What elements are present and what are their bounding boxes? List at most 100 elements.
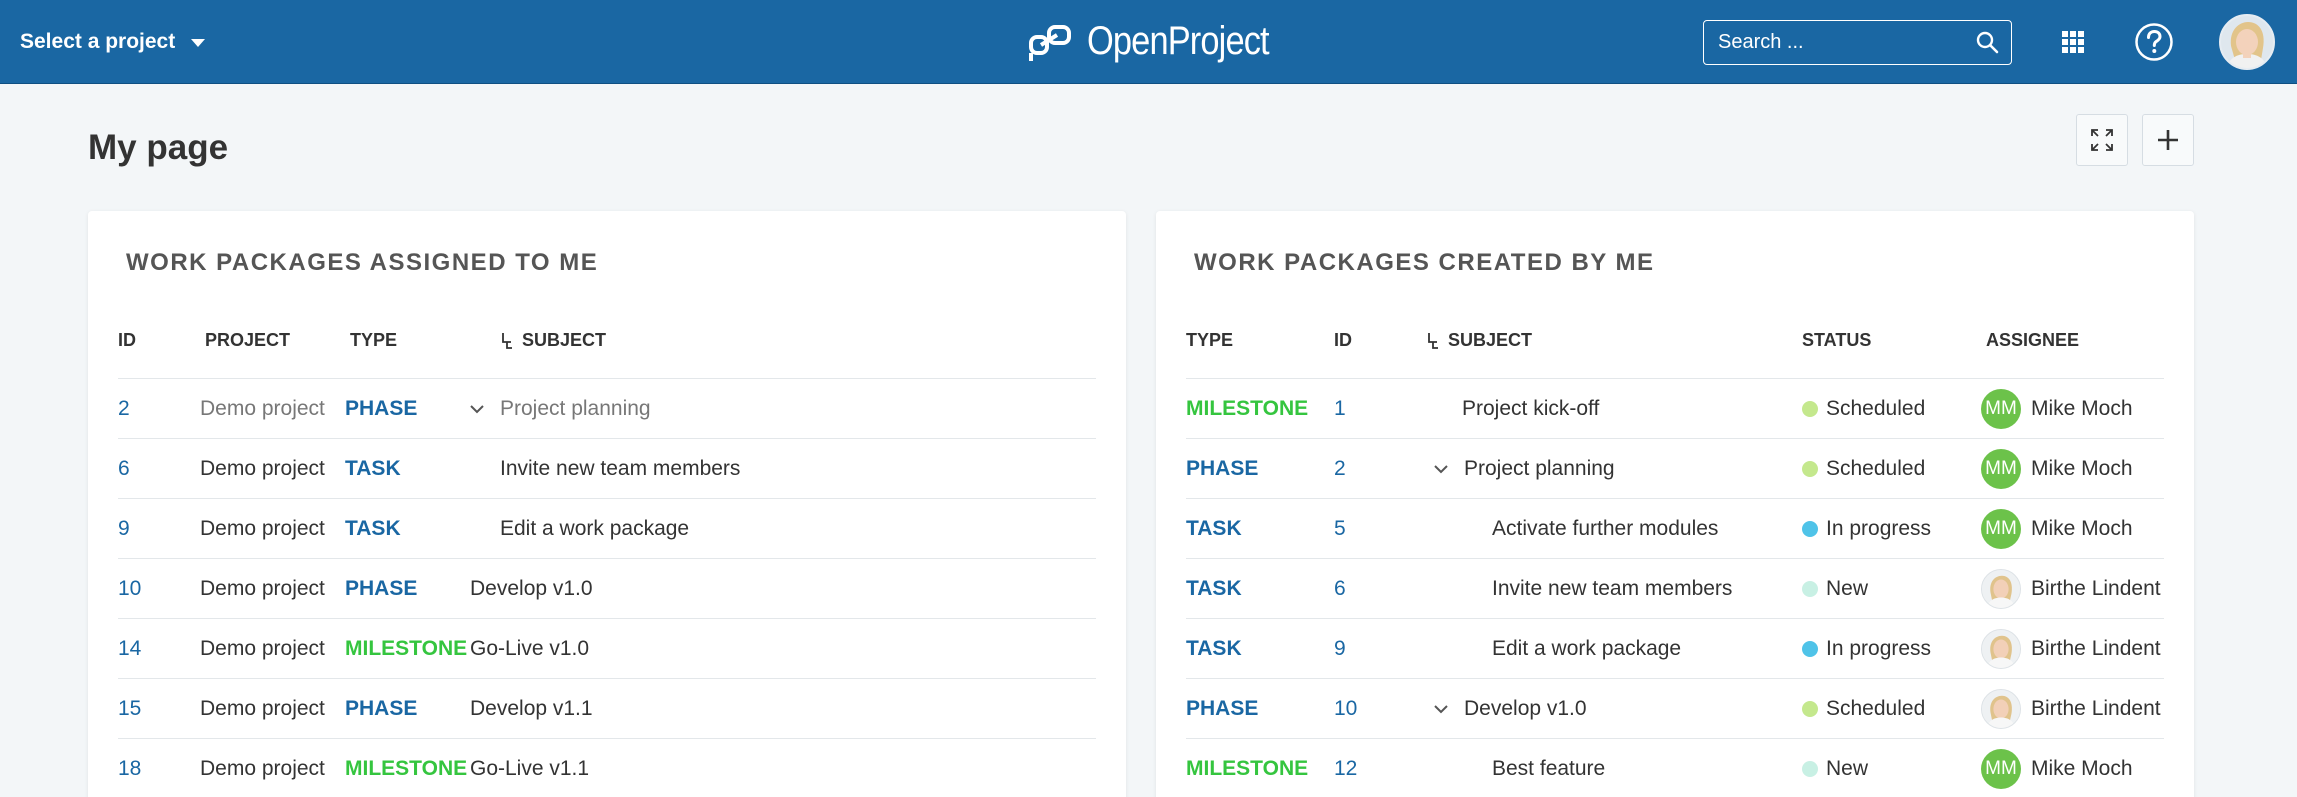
work-package-id-link[interactable]: 5	[1334, 499, 1346, 559]
project-select-dropdown[interactable]: Select a project	[20, 28, 206, 56]
work-package-subject[interactable]: Project kick-off	[1462, 379, 1599, 439]
openproject-logo[interactable]: OpenProject	[1027, 18, 1298, 64]
table-row[interactable]: 15 Demo project PHASE Develop v1.1	[118, 678, 1096, 738]
table-row[interactable]: TASK 9 Edit a work package In progress Birth…	[1186, 618, 2164, 678]
work-package-id-link[interactable]: 12	[1334, 739, 1357, 797]
work-package-id-link[interactable]: 9	[1334, 619, 1346, 679]
hierarchy-icon[interactable]	[1426, 332, 1440, 350]
work-package-status[interactable]: Scheduled	[1802, 379, 1925, 439]
project-name[interactable]: Demo project	[200, 499, 325, 559]
work-package-assignee[interactable]: MM Mike Moch	[1981, 499, 2133, 559]
column-header-type[interactable]: TYPE	[1186, 330, 1233, 351]
column-header-status[interactable]: STATUS	[1802, 330, 1871, 351]
project-name[interactable]: Demo project	[200, 559, 325, 619]
search-box[interactable]	[1703, 20, 2012, 65]
assignee-avatar: MM	[1981, 749, 2021, 789]
work-package-status[interactable]: Scheduled	[1802, 439, 1925, 499]
table-body: MILESTONE 1 Project kick-off Scheduled MM Mik…	[1186, 378, 2164, 797]
work-package-id-link[interactable]: 10	[1334, 679, 1357, 739]
work-package-subject[interactable]: Edit a work package	[500, 499, 689, 559]
user-avatar[interactable]	[2219, 14, 2275, 70]
help-icon[interactable]	[2132, 20, 2176, 64]
column-header-subject[interactable]: SUBJECT	[500, 330, 606, 351]
work-package-type: MILESTONE	[345, 757, 468, 780]
work-package-assignee[interactable]: MM Mike Moch	[1981, 379, 2133, 439]
work-package-id-link[interactable]: 2	[118, 379, 130, 439]
work-package-subject[interactable]: Best feature	[1492, 739, 1605, 797]
work-package-assignee[interactable]: Birthe Lindent	[1981, 679, 2161, 739]
work-package-status[interactable]: New	[1802, 559, 1868, 619]
table-row[interactable]: TASK 6 Invite new team members New Birthe Li…	[1186, 558, 2164, 618]
work-package-id-link[interactable]: 14	[118, 619, 141, 679]
work-package-subject[interactable]: Develop v1.0	[470, 559, 593, 619]
column-header-subject[interactable]: SUBJECT	[1426, 330, 1532, 351]
work-package-subject[interactable]: Project planning	[468, 379, 651, 439]
assignee-avatar-photo	[1981, 569, 2021, 609]
search-input[interactable]	[1704, 21, 1954, 64]
work-package-id-link[interactable]: 2	[1334, 439, 1346, 499]
column-header-project[interactable]: PROJECT	[205, 330, 290, 351]
table-row[interactable]: 2 Demo project PHASE Project planning	[118, 378, 1096, 438]
work-package-subject[interactable]: Go-Live v1.1	[470, 739, 589, 797]
column-header-type[interactable]: TYPE	[350, 330, 397, 351]
work-package-subject[interactable]: Project planning	[1432, 439, 1615, 499]
work-package-type: TASK	[1186, 637, 1242, 660]
status-dot-icon	[1802, 461, 1818, 477]
work-package-id-link[interactable]: 6	[118, 439, 130, 499]
chevron-down-icon[interactable]	[1432, 700, 1450, 718]
project-name[interactable]: Demo project	[200, 739, 325, 797]
user-photo-icon	[2221, 16, 2273, 68]
work-package-subject[interactable]: Edit a work package	[1492, 619, 1681, 679]
work-package-status[interactable]: In progress	[1802, 499, 1931, 559]
work-package-id-link[interactable]: 18	[118, 739, 141, 797]
work-package-assignee[interactable]: MM Mike Moch	[1981, 739, 2133, 797]
project-name[interactable]: Demo project	[200, 679, 325, 739]
table-row[interactable]: 14 Demo project MILESTONE Go-Live v1.0	[118, 618, 1096, 678]
work-package-subject[interactable]: Invite new team members	[500, 439, 740, 499]
table-row[interactable]: 10 Demo project PHASE Develop v1.0	[118, 558, 1096, 618]
work-package-subject[interactable]: Activate further modules	[1492, 499, 1718, 559]
project-name[interactable]: Demo project	[200, 439, 325, 499]
column-header-id[interactable]: ID	[1334, 330, 1352, 351]
fullscreen-button[interactable]	[2076, 114, 2128, 166]
work-package-status[interactable]: In progress	[1802, 619, 1931, 679]
work-package-status[interactable]: Scheduled	[1802, 679, 1925, 739]
work-package-type: PHASE	[1186, 697, 1259, 720]
chevron-down-icon[interactable]	[1432, 460, 1450, 478]
table-row[interactable]: MILESTONE 1 Project kick-off Scheduled MM Mik…	[1186, 378, 2164, 438]
work-package-id-link[interactable]: 15	[118, 679, 141, 739]
work-package-assignee[interactable]: Birthe Lindent	[1981, 559, 2161, 619]
work-package-id-link[interactable]: 1	[1334, 379, 1346, 439]
hierarchy-icon[interactable]	[500, 332, 514, 350]
project-name[interactable]: Demo project	[200, 379, 325, 439]
table-row[interactable]: 6 Demo project TASK Invite new team members	[118, 438, 1096, 498]
column-header-assignee[interactable]: ASSIGNEE	[1986, 330, 2079, 351]
work-package-id-link[interactable]: 9	[118, 499, 130, 559]
modules-grid-icon[interactable]	[2051, 20, 2095, 64]
work-package-status[interactable]: New	[1802, 739, 1868, 797]
status-dot-icon	[1802, 761, 1818, 777]
work-package-subject[interactable]: Invite new team members	[1492, 559, 1732, 619]
table-row[interactable]: PHASE 10 Develop v1.0 Scheduled Birthe Linde…	[1186, 678, 2164, 738]
work-package-subject[interactable]: Develop v1.1	[470, 679, 593, 739]
work-package-assignee[interactable]: MM Mike Moch	[1981, 439, 2133, 499]
table-row[interactable]: TASK 5 Activate further modules In progress…	[1186, 498, 2164, 558]
work-package-type: MILESTONE	[1186, 397, 1309, 420]
status-dot-icon	[1802, 521, 1818, 537]
table-row[interactable]: 9 Demo project TASK Edit a work package	[118, 498, 1096, 558]
widget-title: WORK PACKAGES CREATED BY ME	[1194, 249, 1655, 276]
project-name[interactable]: Demo project	[200, 619, 325, 679]
work-package-subject[interactable]: Develop v1.0	[1432, 679, 1587, 739]
work-package-type: TASK	[345, 517, 401, 540]
table-row[interactable]: PHASE 2 Project planning Scheduled MM Mike Mo…	[1186, 438, 2164, 498]
table-row[interactable]: 18 Demo project MILESTONE Go-Live v1.1	[118, 738, 1096, 797]
chevron-down-icon[interactable]	[468, 400, 486, 418]
work-package-id-link[interactable]: 10	[118, 559, 141, 619]
column-header-id[interactable]: ID	[118, 330, 136, 351]
work-package-id-link[interactable]: 6	[1334, 559, 1346, 619]
search-icon[interactable]	[1975, 30, 1999, 54]
table-row[interactable]: MILESTONE 12 Best feature New MM Mike Moch	[1186, 738, 2164, 797]
work-package-assignee[interactable]: Birthe Lindent	[1981, 619, 2161, 679]
add-widget-button[interactable]	[2142, 114, 2194, 166]
work-package-subject[interactable]: Go-Live v1.0	[470, 619, 589, 679]
